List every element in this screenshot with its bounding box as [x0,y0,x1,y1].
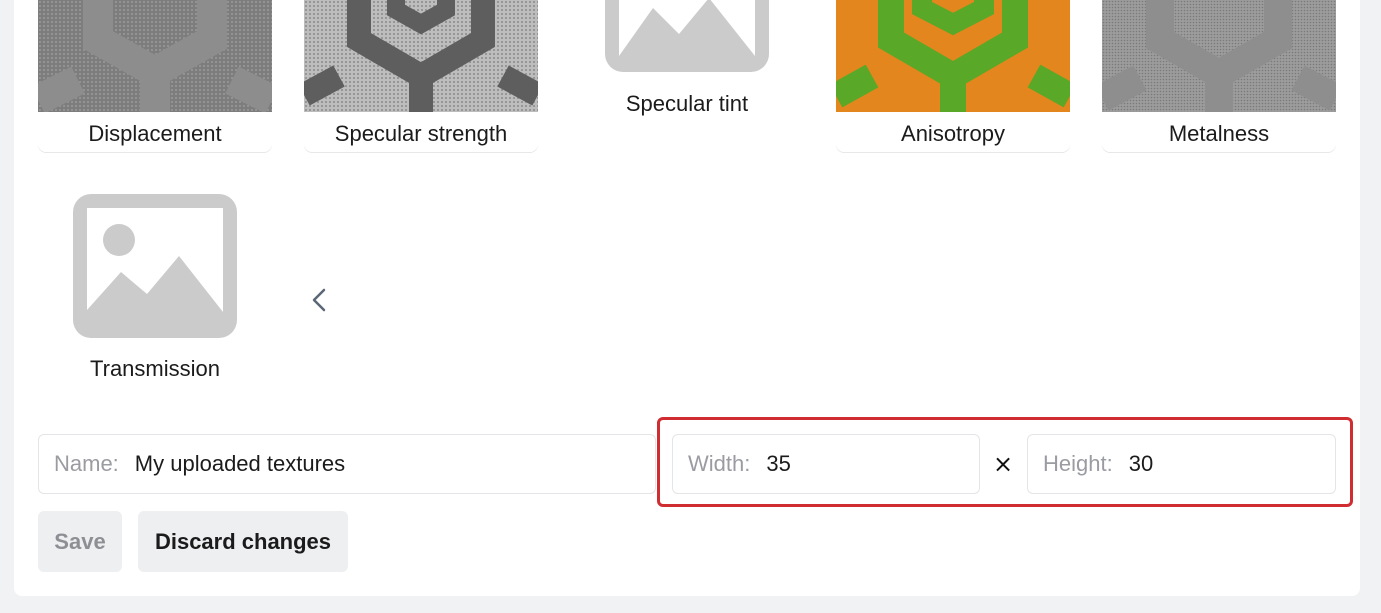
chevron-left-icon[interactable] [306,284,332,316]
texture-tile-metalness[interactable]: Metalness [1102,0,1336,152]
name-label: Name: [54,451,119,476]
name-field[interactable]: Name: [38,434,656,494]
metalness-thumbnail [1102,0,1336,112]
discard-changes-button[interactable]: Discard changes [138,511,348,572]
texture-tile-anisotropy[interactable]: Anisotropy [836,0,1070,152]
texture-tile-transmission[interactable]: Transmission [38,194,272,386]
texture-label: Displacement [88,121,222,146]
height-input[interactable] [1128,451,1289,477]
image-placeholder-icon [605,0,769,77]
image-placeholder-icon [73,194,237,343]
texture-label: Anisotropy [901,121,1005,146]
texture-label: Specular strength [334,121,508,146]
texture-tile-specular-strength[interactable]: Specular strength [304,0,538,152]
width-input[interactable] [766,451,947,477]
height-field[interactable]: Height: [1027,434,1336,494]
specular-strength-thumbnail [304,0,538,112]
displacement-thumbnail [38,0,272,112]
texture-tile-specular-tint[interactable]: Specular tint [570,0,804,125]
texture-tile-displacement[interactable]: Displacement [38,0,272,152]
texture-label: Specular tint [625,91,749,116]
width-label: Width: [688,451,751,476]
save-button[interactable]: Save [38,511,122,572]
times-symbol: × [993,450,1014,478]
height-label: Height: [1043,451,1113,476]
width-field[interactable]: Width: [672,434,980,494]
texture-label: Transmission [90,356,220,381]
name-input[interactable] [134,451,575,477]
anisotropy-thumbnail [836,0,1070,112]
texture-label: Metalness [1168,121,1270,146]
